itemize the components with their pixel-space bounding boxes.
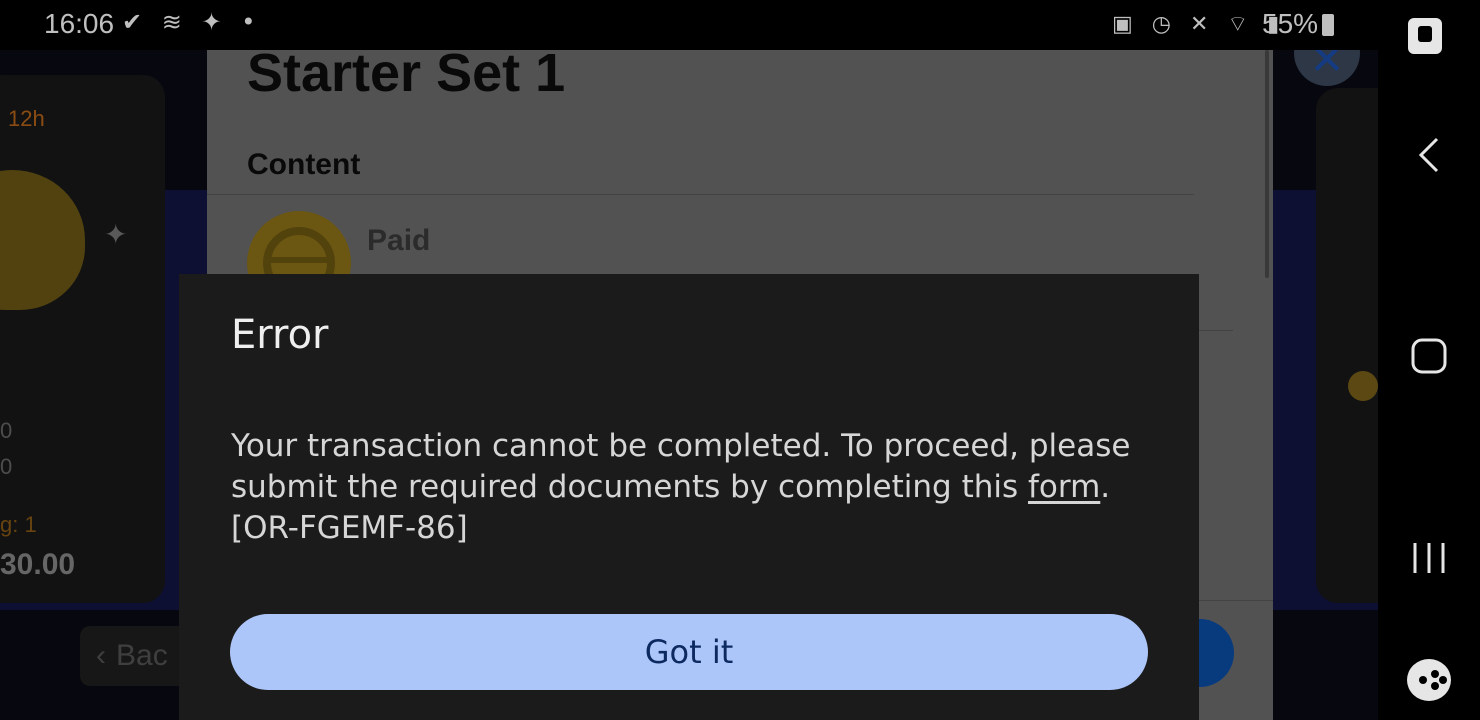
recents-nav-button[interactable]: [1378, 523, 1480, 593]
form-link[interactable]: form: [1028, 469, 1100, 505]
game-launcher-icon[interactable]: [1407, 659, 1451, 701]
got-it-button[interactable]: Got it: [230, 614, 1148, 690]
message-text-end: .: [1100, 469, 1111, 505]
screen-pin-icon[interactable]: [1408, 18, 1442, 54]
home-square-icon: [1411, 338, 1447, 374]
home-nav-button[interactable]: [1378, 321, 1480, 391]
recents-lines-icon: [1413, 543, 1445, 573]
error-dialog: Error Your transaction cannot be complet…: [179, 274, 1199, 720]
back-chevron-icon: [1418, 137, 1439, 173]
message-text: Your transaction cannot be completed. To…: [231, 428, 1131, 505]
dialog-message: Your transaction cannot be completed. To…: [231, 426, 1151, 549]
navigation-bar: [1378, 0, 1480, 720]
error-code: [OR-FGEMF-86]: [231, 510, 468, 546]
back-nav-button[interactable]: [1378, 120, 1480, 190]
dialog-title: Error: [231, 312, 329, 358]
